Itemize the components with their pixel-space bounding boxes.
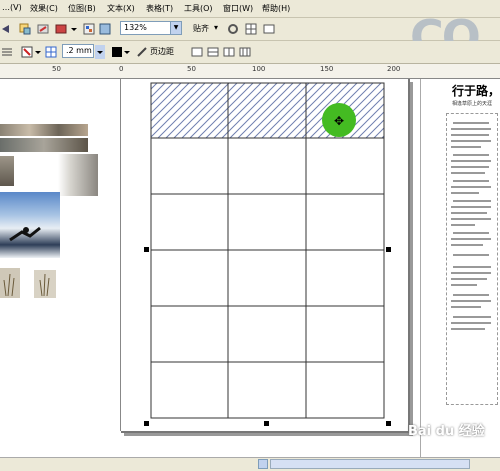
article-text-frame[interactable] [446,113,498,405]
photo-grass-1[interactable] [0,268,20,298]
options-icon[interactable] [226,22,240,36]
ruler-label: 50 [187,65,196,73]
baidu-watermark: Bai du 经验 [408,424,485,439]
ruler-label: 150 [320,65,334,73]
horizontal-ruler[interactable]: 50 0 50 100 150 200 [0,64,500,79]
outline-color-swatch[interactable] [110,45,124,59]
merge-cells-icon[interactable] [190,45,204,59]
photo-skier[interactable] [0,192,60,258]
move-cursor-icon: ✥ [334,114,345,128]
outline-width-dropdown-icon[interactable] [95,45,109,59]
menu-view[interactable]: …(V) [2,3,22,12]
welcome-screen-icon[interactable] [98,22,112,36]
split-horizontal-icon[interactable] [206,45,220,59]
unmerge-cells-icon[interactable] [238,45,252,59]
publish-icon[interactable] [54,22,68,36]
article-subtitle: 相逢草原上的天涯 [452,101,493,107]
chevron-down-icon: ▼ [170,22,181,34]
ruler-label: 0 [119,65,124,73]
layout-icon[interactable] [262,22,276,36]
application-launcher-icon[interactable] [82,22,96,36]
photo-strip[interactable] [0,138,88,152]
photo-faded[interactable] [58,154,98,196]
arrow-icon[interactable] [0,22,14,36]
scrollbar-thumb[interactable] [270,459,470,469]
rows-icon[interactable] [0,45,14,59]
outline-width-value: .2 mm [66,46,92,55]
split-vertical-icon[interactable] [222,45,236,59]
property-bar: .2 mm 页边距 [0,41,500,64]
menu-tools[interactable]: 工具(O) [184,3,213,14]
ruler-label: 50 [52,65,61,73]
scroll-left-icon[interactable] [258,459,268,469]
page-border-label[interactable]: 页边距 [150,46,174,57]
menu-help[interactable]: 帮助(H) [262,3,290,14]
import-icon[interactable] [18,22,32,36]
photo-strip[interactable] [0,124,88,136]
menu-window[interactable]: 窗口(W) [223,3,253,14]
zoom-level-value: 132% [124,23,147,32]
zoom-level-select[interactable]: 132% ▼ [120,21,182,35]
grid-icon[interactable] [244,22,258,36]
article-title: 行于路， [452,84,500,98]
snap-dropdown-icon[interactable]: ▾ [214,23,218,32]
outline-width-select[interactable]: .2 mm [62,44,94,58]
selection-handle[interactable] [264,421,269,426]
photo-thumbnail[interactable] [0,156,14,186]
table-header-cell[interactable] [228,83,306,138]
selection-handle[interactable] [144,421,149,426]
table-header-cell[interactable] [151,83,228,138]
selection-handle[interactable] [144,247,149,252]
outline-pen-icon[interactable] [135,45,149,59]
snap-to-button[interactable]: 贴齐 [193,23,209,34]
menu-text[interactable]: 文本(X) [107,3,135,14]
menu-effects[interactable]: 效果(C) [30,3,58,14]
ruler-label: 200 [387,65,401,73]
menu-bitmaps[interactable]: 位图(B) [68,3,96,14]
selection-handle[interactable] [386,421,391,426]
fill-color-icon[interactable] [20,45,34,59]
table[interactable] [150,82,392,422]
export-icon[interactable] [36,22,50,36]
photo-grass-2[interactable] [34,270,56,298]
horizontal-scrollbar[interactable] [0,457,500,471]
menu-table[interactable]: 表格(T) [146,3,173,14]
selection-handle[interactable] [386,247,391,252]
ruler-label: 100 [252,65,266,73]
border-select-icon[interactable] [44,45,58,59]
